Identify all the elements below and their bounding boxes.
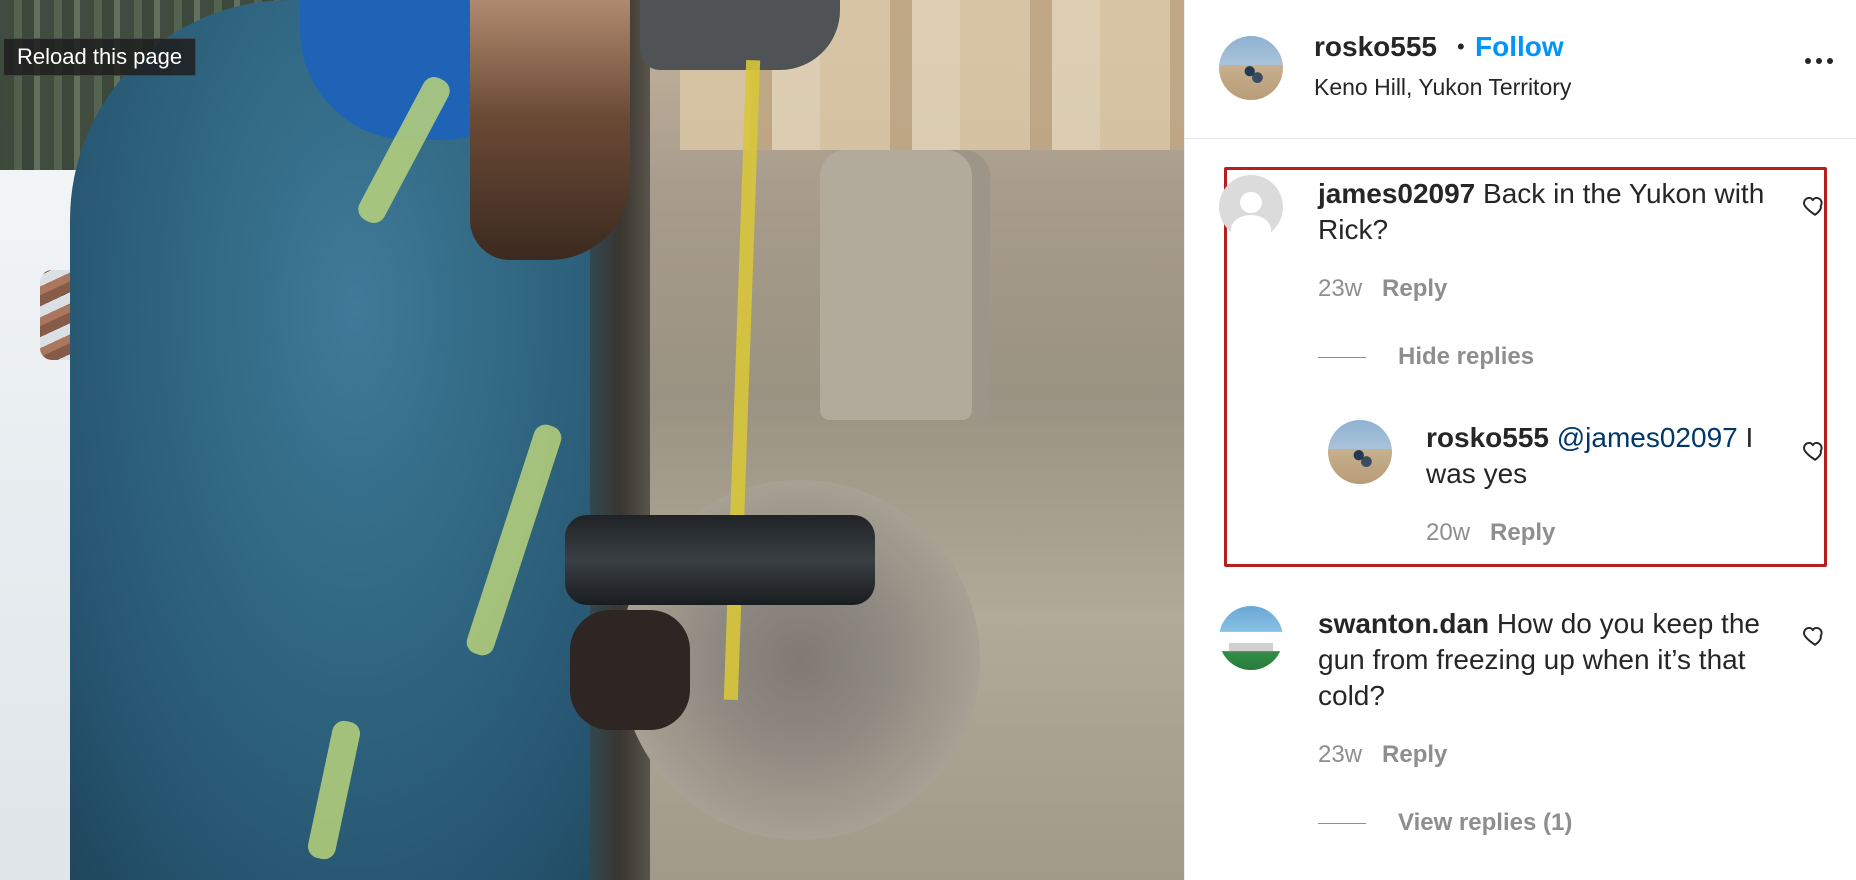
replies-divider xyxy=(1318,823,1366,824)
comment-body: swanton.dan How do you keep the gun from… xyxy=(1318,606,1788,714)
media-cap xyxy=(640,0,840,70)
reply-button[interactable]: Reply xyxy=(1382,275,1447,302)
comment-time: 23w xyxy=(1318,741,1363,768)
replies-divider xyxy=(1318,357,1366,358)
comment-body: james02097 Back in the Yukon with Rick? xyxy=(1318,176,1778,248)
author-avatar[interactable] xyxy=(1219,36,1283,100)
media-torque-gun xyxy=(565,515,875,605)
reply-avatar[interactable] xyxy=(1328,420,1392,484)
reply-username[interactable]: rosko555 xyxy=(1426,422,1549,453)
reload-tooltip: Reload this page xyxy=(3,38,197,76)
heart-icon[interactable] xyxy=(1802,192,1828,218)
comment-username[interactable]: james02097 xyxy=(1318,178,1475,209)
reply-meta: 20w Reply xyxy=(1426,519,1555,547)
post-media[interactable]: Reload this page xyxy=(0,0,1184,880)
comment-time: 23w xyxy=(1318,275,1363,302)
heart-icon[interactable] xyxy=(1802,622,1828,648)
media-glove xyxy=(570,610,690,730)
author-username[interactable]: rosko555 xyxy=(1314,31,1437,63)
reply-body: rosko555 @james02097 I was yes xyxy=(1426,420,1786,492)
comment-meta: 23w Reply xyxy=(1318,275,1447,303)
reply-time: 20w xyxy=(1426,519,1471,546)
media-axle-block xyxy=(820,150,990,420)
separator-dot: • xyxy=(1457,34,1465,59)
reply-mention-link[interactable]: @james02097 xyxy=(1557,422,1738,453)
commenter-avatar[interactable] xyxy=(1219,175,1283,239)
follow-button[interactable]: Follow xyxy=(1475,31,1564,63)
hide-replies-button[interactable]: Hide replies xyxy=(1398,343,1534,371)
reply-button[interactable]: Reply xyxy=(1382,741,1447,768)
comments-panel: rosko555 • Follow Keno Hill, Yukon Terri… xyxy=(1184,0,1856,880)
post-header: rosko555 • Follow Keno Hill, Yukon Terri… xyxy=(1185,0,1856,139)
more-options-icon[interactable] xyxy=(1805,58,1833,64)
view-replies-button[interactable]: View replies (1) xyxy=(1398,809,1572,837)
post-location[interactable]: Keno Hill, Yukon Territory xyxy=(1314,74,1571,101)
commenter-avatar[interactable] xyxy=(1219,606,1283,670)
heart-icon[interactable] xyxy=(1802,437,1828,463)
reply-button[interactable]: Reply xyxy=(1490,519,1555,546)
media-face xyxy=(470,0,630,260)
comment-username[interactable]: swanton.dan xyxy=(1318,608,1489,639)
comment-meta: 23w Reply xyxy=(1318,741,1447,769)
